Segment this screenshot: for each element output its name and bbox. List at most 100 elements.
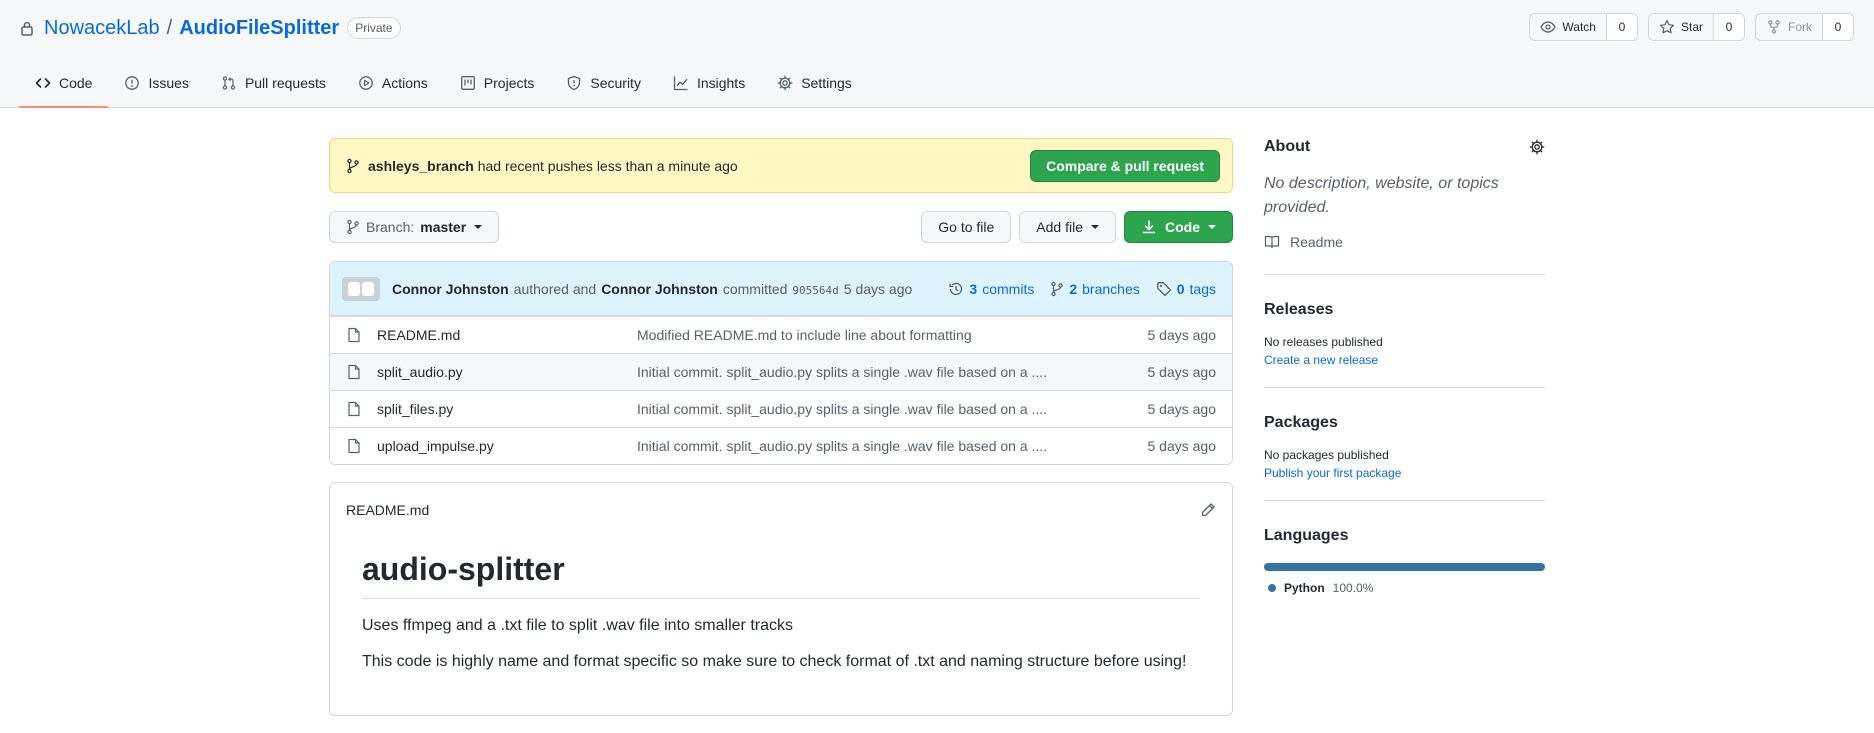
languages-title: Languages xyxy=(1264,527,1349,544)
about-title: About xyxy=(1264,138,1311,155)
fork-control: Fork 0 xyxy=(1755,13,1854,41)
repo-actions: Watch 0 Star 0 Fork 0 xyxy=(1529,13,1854,41)
push-message: had recent pushes less than a minute ago xyxy=(477,157,738,174)
commit-committed-text: committed xyxy=(722,280,788,297)
branches-count: 2 xyxy=(1069,280,1078,297)
tab-label: Pull requests xyxy=(244,75,326,91)
branch-icon xyxy=(1050,281,1064,297)
readme-link[interactable]: Readme xyxy=(1264,234,1545,250)
branch-icon xyxy=(346,158,360,174)
watch-label: Watch xyxy=(1562,20,1596,34)
readme-paragraph: Uses ffmpeg and a .txt file to split .wa… xyxy=(362,617,793,634)
chevron-down-icon xyxy=(1091,224,1099,229)
recent-push-banner: ashleys_branch had recent pushes less th… xyxy=(329,138,1233,193)
watch-button[interactable]: Watch xyxy=(1530,14,1607,40)
file-row[interactable]: split_audio.py Initial commit. split_aud… xyxy=(330,353,1232,390)
tab-settings[interactable]: Settings xyxy=(761,60,868,108)
releases-title[interactable]: Releases xyxy=(1264,301,1333,319)
book-icon xyxy=(1264,234,1280,250)
fork-label: Fork xyxy=(1788,20,1812,34)
language-color-dot xyxy=(1268,584,1276,592)
commit-age: 5 days ago xyxy=(843,280,913,297)
file-commit-message[interactable]: Modified README.md to include line about… xyxy=(637,327,1148,343)
file-commit-message[interactable]: Initial commit. split_audio.py splits a … xyxy=(637,364,1148,380)
commits-link[interactable]: 3 commits xyxy=(948,281,1034,297)
add-file-label: Add file xyxy=(1036,218,1083,235)
branch-select-button[interactable]: Branch: master xyxy=(329,210,500,243)
create-release-link[interactable]: Create a new release xyxy=(1264,353,1545,367)
publish-package-link[interactable]: Publish your first package xyxy=(1264,466,1545,480)
branch-icon xyxy=(346,219,360,235)
code-dropdown-button[interactable]: Code xyxy=(1124,210,1233,243)
chevron-down-icon xyxy=(1208,224,1216,229)
tab-issues[interactable]: Issues xyxy=(108,60,204,108)
commit-author[interactable]: Connor Johnston xyxy=(392,281,509,297)
language-percent: 100.0% xyxy=(1332,581,1374,595)
file-row[interactable]: README.md Modified README.md to include … xyxy=(330,316,1232,353)
file-commit-message[interactable]: Initial commit. split_audio.py splits a … xyxy=(637,438,1148,454)
fork-button[interactable]: Fork xyxy=(1756,14,1823,40)
language-item[interactable]: Python 100.0% xyxy=(1264,581,1545,595)
commit-authored-text: authored and xyxy=(513,280,597,297)
tab-actions[interactable]: Actions xyxy=(342,60,444,108)
tab-projects[interactable]: Projects xyxy=(444,60,551,108)
play-icon xyxy=(358,75,374,91)
repo-name-link[interactable]: AudioFileSplitter xyxy=(179,17,339,40)
tab-label: Actions xyxy=(381,75,428,91)
star-count[interactable]: 0 xyxy=(1714,14,1744,40)
tab-security[interactable]: Security xyxy=(550,60,657,108)
go-to-file-button[interactable]: Go to file xyxy=(921,210,1012,243)
latest-commit: Connor Johnston authored and Connor John… xyxy=(330,262,1232,316)
repo-header: NowacekLab / AudioFileSplitter Private W… xyxy=(0,0,1874,108)
download-icon xyxy=(1141,219,1157,235)
graph-icon xyxy=(673,75,689,91)
file-commit-message[interactable]: Initial commit. split_audio.py splits a … xyxy=(637,401,1148,417)
gear-icon[interactable] xyxy=(1529,139,1545,155)
about-section: About No description, website, or topics… xyxy=(1264,138,1545,275)
file-row[interactable]: upload_impulse.py Initial commit. split_… xyxy=(330,427,1232,464)
watch-count[interactable]: 0 xyxy=(1606,14,1637,40)
add-file-button[interactable]: Add file xyxy=(1019,210,1116,243)
commits-count: 3 xyxy=(969,280,978,297)
compare-pull-request-button[interactable]: Compare & pull request xyxy=(1030,149,1220,182)
pull-request-icon xyxy=(221,75,237,91)
releases-empty-text: No releases published xyxy=(1264,335,1383,349)
tags-link[interactable]: 0 tags xyxy=(1156,281,1216,297)
file-row[interactable]: split_files.py Initial commit. split_aud… xyxy=(330,390,1232,427)
file-name-link[interactable]: README.md xyxy=(377,327,637,343)
file-name-link[interactable]: split_audio.py xyxy=(377,364,637,380)
branches-link[interactable]: 2 branches xyxy=(1050,280,1140,297)
tab-pull-requests[interactable]: Pull requests xyxy=(205,60,342,108)
readme-header: README.md xyxy=(330,483,1232,537)
file-icon xyxy=(346,438,362,454)
eye-icon xyxy=(1540,19,1557,35)
history-icon xyxy=(948,281,964,297)
shield-icon xyxy=(566,75,582,91)
file-name-link[interactable]: upload_impulse.py xyxy=(377,438,637,454)
readme-panel: README.md audio-splitter Uses ffmpeg and… xyxy=(329,482,1233,716)
tab-label: Insights xyxy=(696,75,746,91)
repo-title: NowacekLab / AudioFileSplitter Private xyxy=(20,14,401,42)
star-button[interactable]: Star xyxy=(1649,14,1714,40)
readme-paragraph: This code is highly name and format spec… xyxy=(362,653,1187,670)
tags-count: 0 xyxy=(1176,280,1185,297)
tab-label: Issues xyxy=(148,75,189,91)
tab-insights[interactable]: Insights xyxy=(657,60,761,108)
star-control: Star 0 xyxy=(1647,13,1745,41)
tab-label: Security xyxy=(590,75,641,91)
path-separator: / xyxy=(166,16,173,39)
pencil-icon[interactable] xyxy=(1200,502,1216,518)
repo-owner-link[interactable]: NowacekLab xyxy=(44,17,160,40)
file-name-link[interactable]: split_files.py xyxy=(377,401,637,417)
tab-code[interactable]: Code xyxy=(19,60,109,108)
code-icon xyxy=(35,75,51,91)
commit-committer[interactable]: Connor Johnston xyxy=(601,281,718,297)
commit-sha[interactable]: 905564d xyxy=(792,284,838,297)
packages-title[interactable]: Packages xyxy=(1264,414,1338,432)
releases-section: Releases No releases published Create a … xyxy=(1264,301,1545,388)
avatar[interactable] xyxy=(342,276,380,301)
sidebar: About No description, website, or topics… xyxy=(1264,138,1545,595)
language-name: Python xyxy=(1284,581,1325,595)
readme-heading: audio-splitter xyxy=(362,551,1200,599)
fork-count[interactable]: 0 xyxy=(1823,14,1853,40)
